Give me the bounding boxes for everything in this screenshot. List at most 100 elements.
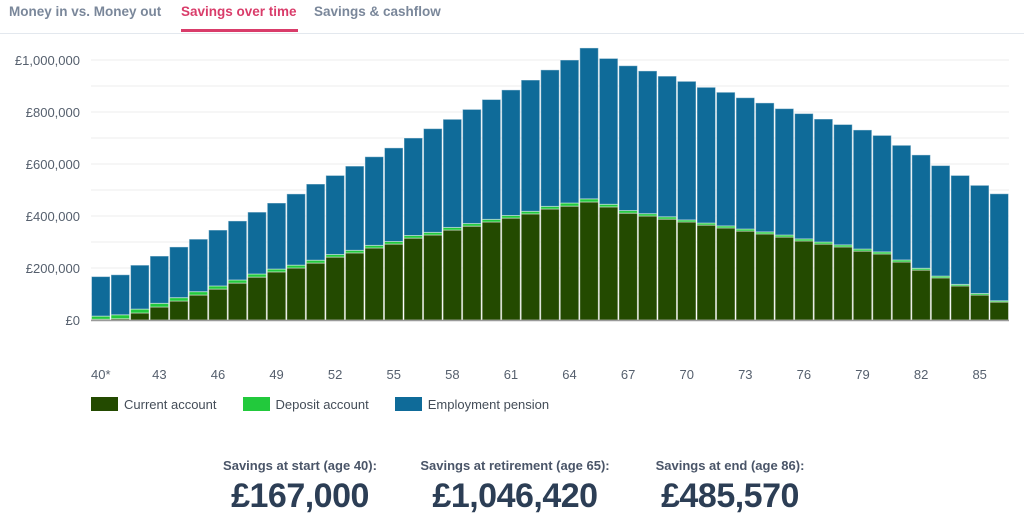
bar-stack-age-80[interactable]	[872, 134, 892, 321]
bar-segment-current-account[interactable]	[716, 227, 736, 321]
bar-stack-age-75[interactable]	[774, 108, 795, 321]
bar-segment-current-account[interactable]	[520, 213, 541, 321]
bar-stack-age-84[interactable]	[950, 174, 970, 321]
bar-stack-age-49[interactable]	[266, 202, 287, 321]
bar-segment-employment-pension[interactable]	[872, 134, 892, 253]
bar-stack-age-64[interactable]	[559, 59, 580, 321]
bar-segment-employment-pension[interactable]	[520, 79, 541, 212]
bar-segment-deposit-account[interactable]	[130, 308, 150, 314]
tab-money-in-vs-money-out[interactable]: Money in vs. Money out	[9, 4, 161, 19]
bar-segment-employment-pension[interactable]	[735, 97, 756, 230]
bar-segment-current-account[interactable]	[618, 212, 638, 321]
bar-segment-current-account[interactable]	[872, 253, 892, 321]
bar-segment-current-account[interactable]	[247, 276, 267, 321]
bar-segment-employment-pension[interactable]	[950, 174, 970, 285]
bar-segment-employment-pension[interactable]	[208, 229, 228, 287]
bar-segment-employment-pension[interactable]	[344, 165, 365, 251]
bar-stack-age-60[interactable]	[481, 99, 502, 321]
bar-segment-current-account[interactable]	[266, 271, 287, 321]
bar-segment-current-account[interactable]	[149, 306, 170, 321]
bar-stack-age-76[interactable]	[794, 113, 814, 321]
bar-segment-employment-pension[interactable]	[130, 264, 150, 310]
bar-stack-age-45[interactable]	[188, 238, 209, 321]
bar-segment-current-account[interactable]	[130, 312, 150, 321]
bar-segment-current-account[interactable]	[344, 252, 365, 321]
bar-segment-current-account[interactable]	[930, 277, 951, 321]
bar-segment-employment-pension[interactable]	[110, 274, 131, 316]
bar-segment-employment-pension[interactable]	[149, 255, 170, 304]
bar-segment-deposit-account[interactable]	[110, 314, 131, 320]
bar-segment-employment-pension[interactable]	[188, 238, 209, 293]
bar-stack-age-46[interactable]	[208, 229, 228, 321]
bar-segment-current-account[interactable]	[559, 205, 580, 321]
bar-segment-employment-pension[interactable]	[305, 183, 326, 261]
bar-stack-age-69[interactable]	[657, 75, 677, 321]
legend-item-current-account[interactable]: Current account	[91, 397, 217, 412]
bar-segment-employment-pension[interactable]	[637, 70, 658, 215]
bar-segment-employment-pension[interactable]	[462, 108, 482, 225]
bar-segment-current-account[interactable]	[598, 206, 619, 321]
bar-stack-age-70[interactable]	[676, 80, 697, 321]
bar-stack-age-83[interactable]	[930, 165, 951, 321]
bar-segment-current-account[interactable]	[579, 201, 599, 321]
bar-segment-current-account[interactable]	[969, 294, 990, 321]
bar-segment-employment-pension[interactable]	[657, 75, 677, 218]
bar-segment-current-account[interactable]	[637, 215, 658, 321]
bar-segment-current-account[interactable]	[501, 217, 521, 321]
bar-segment-employment-pension[interactable]	[266, 202, 287, 270]
bar-segment-current-account[interactable]	[286, 267, 306, 321]
bar-stack-age-53[interactable]	[344, 165, 365, 321]
bar-segment-employment-pension[interactable]	[559, 59, 580, 204]
bar-stack-age-66[interactable]	[598, 57, 619, 321]
bar-segment-deposit-account[interactable]	[169, 297, 189, 302]
bar-segment-current-account[interactable]	[833, 246, 853, 321]
legend-item-employment-pension[interactable]: Employment pension	[394, 397, 549, 412]
bar-segment-current-account[interactable]	[423, 234, 443, 321]
bar-stack-age-52[interactable]	[325, 174, 345, 321]
bar-segment-current-account[interactable]	[774, 236, 795, 321]
bar-stack-age-72[interactable]	[716, 91, 736, 321]
bar-segment-current-account[interactable]	[540, 208, 560, 321]
bar-segment-employment-pension[interactable]	[833, 123, 853, 246]
bar-segment-current-account[interactable]	[188, 294, 209, 321]
bar-stack-age-62[interactable]	[520, 79, 541, 321]
bar-segment-current-account[interactable]	[403, 237, 424, 321]
bar-stack-age-51[interactable]	[305, 183, 326, 321]
tab-savings-over-time[interactable]: Savings over time	[181, 4, 297, 19]
bar-segment-deposit-account[interactable]	[149, 302, 170, 308]
bar-segment-employment-pension[interactable]	[891, 144, 912, 261]
bar-stack-age-59[interactable]	[462, 108, 482, 321]
bar-stack-age-47[interactable]	[227, 220, 248, 321]
bar-segment-employment-pension[interactable]	[813, 118, 834, 243]
bar-segment-employment-pension[interactable]	[91, 276, 111, 317]
bar-segment-employment-pension[interactable]	[696, 86, 717, 224]
bar-stack-age-82[interactable]	[911, 154, 931, 321]
bar-segment-employment-pension[interactable]	[286, 193, 306, 266]
bar-segment-employment-pension[interactable]	[540, 69, 560, 207]
bar-segment-current-account[interactable]	[696, 224, 717, 321]
bar-segment-employment-pension[interactable]	[598, 57, 619, 205]
bar-stack-age-86[interactable]	[989, 193, 1009, 321]
bar-stack-age-68[interactable]	[637, 70, 658, 321]
bar-segment-current-account[interactable]	[755, 233, 775, 321]
bar-segment-current-account[interactable]	[481, 221, 502, 321]
bar-segment-employment-pension[interactable]	[716, 91, 736, 227]
bar-segment-employment-pension[interactable]	[911, 154, 931, 269]
bar-segment-current-account[interactable]	[305, 262, 326, 321]
bar-stack-age-78[interactable]	[833, 123, 853, 321]
bar-segment-employment-pension[interactable]	[169, 246, 189, 299]
tab-savings-and-cashflow[interactable]: Savings & cashflow	[314, 4, 441, 19]
bar-segment-current-account[interactable]	[383, 243, 404, 321]
bar-stack-age-77[interactable]	[813, 118, 834, 321]
bar-stack-age-41[interactable]	[110, 274, 131, 321]
bar-segment-current-account[interactable]	[364, 247, 384, 321]
bar-segment-employment-pension[interactable]	[969, 184, 990, 294]
bar-segment-employment-pension[interactable]	[579, 47, 599, 200]
bar-segment-employment-pension[interactable]	[852, 129, 873, 250]
bar-stack-age-58[interactable]	[442, 118, 463, 321]
bar-segment-employment-pension[interactable]	[618, 65, 638, 212]
bar-segment-current-account[interactable]	[325, 256, 345, 321]
bar-segment-employment-pension[interactable]	[383, 147, 404, 242]
legend-item-deposit-account[interactable]: Deposit account	[242, 397, 369, 412]
bar-segment-employment-pension[interactable]	[989, 193, 1009, 302]
